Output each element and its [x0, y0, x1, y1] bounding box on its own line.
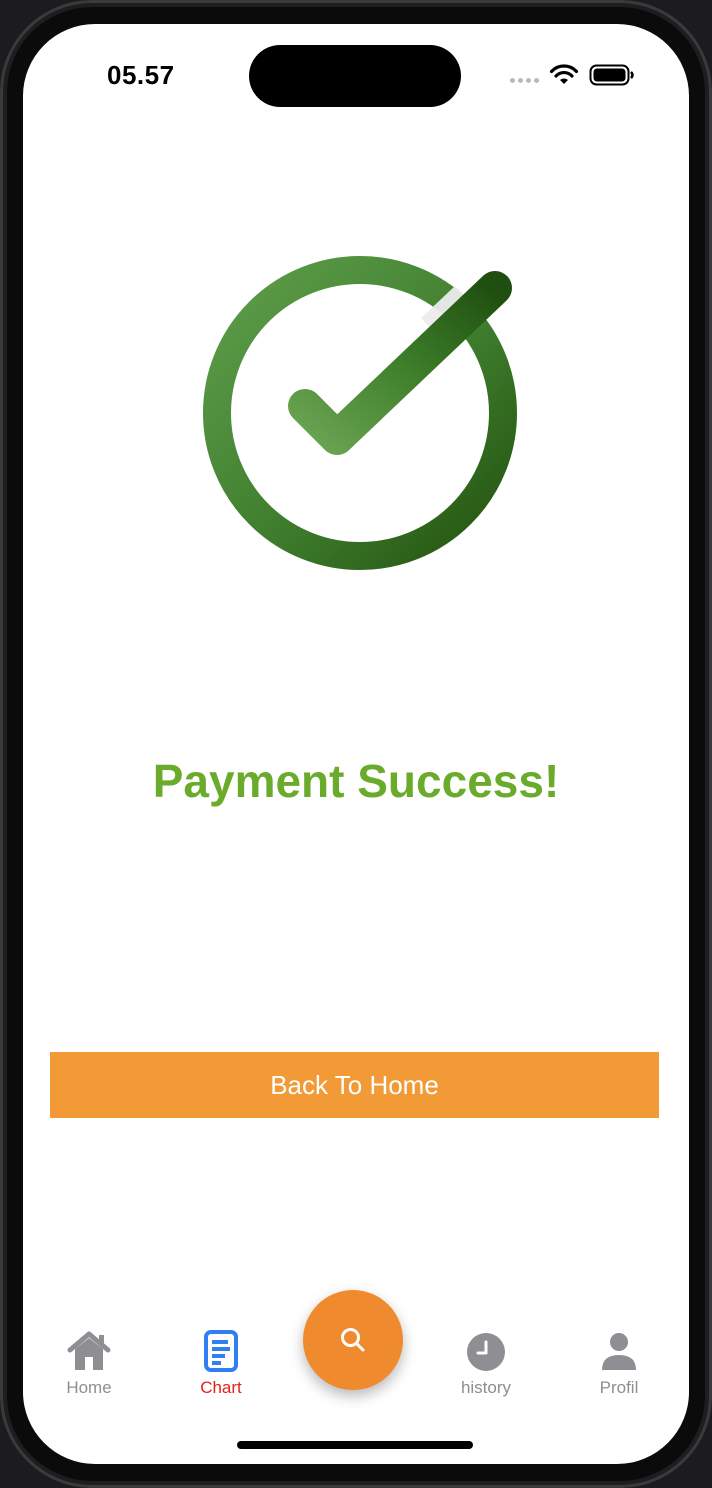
tab-chart[interactable]: Chart: [166, 1330, 276, 1398]
search-fab-button[interactable]: [303, 1290, 403, 1390]
status-time: 05.57: [107, 60, 175, 90]
tab-history[interactable]: history: [431, 1330, 541, 1398]
check-circle-icon: [203, 256, 517, 570]
tab-profil-label: Profil: [599, 1378, 639, 1397]
tab-chart-label: Chart: [200, 1378, 242, 1397]
home-indicator: [237, 1441, 473, 1449]
dynamic-island: [249, 45, 461, 107]
clock-icon: [467, 1333, 505, 1371]
battery-icon: [589, 64, 634, 86]
person-icon: [602, 1333, 636, 1370]
tab-home[interactable]: Home: [34, 1330, 144, 1398]
back-to-home-button[interactable]: Back To Home: [50, 1052, 659, 1118]
payment-success-title: Payment Success!: [152, 755, 560, 807]
tab-home-label: Home: [66, 1378, 112, 1397]
home-icon: [67, 1331, 111, 1370]
signal-dots-icon: [510, 77, 539, 83]
app-screen: 05.57 Payment Success! Back To Home Home…: [23, 24, 689, 1464]
tab-profil[interactable]: Profil: [564, 1330, 674, 1398]
search-icon: [341, 1328, 365, 1352]
chart-icon: [204, 1330, 238, 1372]
tab-history-label: history: [460, 1378, 512, 1397]
status-icons: [510, 64, 635, 86]
wifi-icon: [549, 64, 579, 84]
